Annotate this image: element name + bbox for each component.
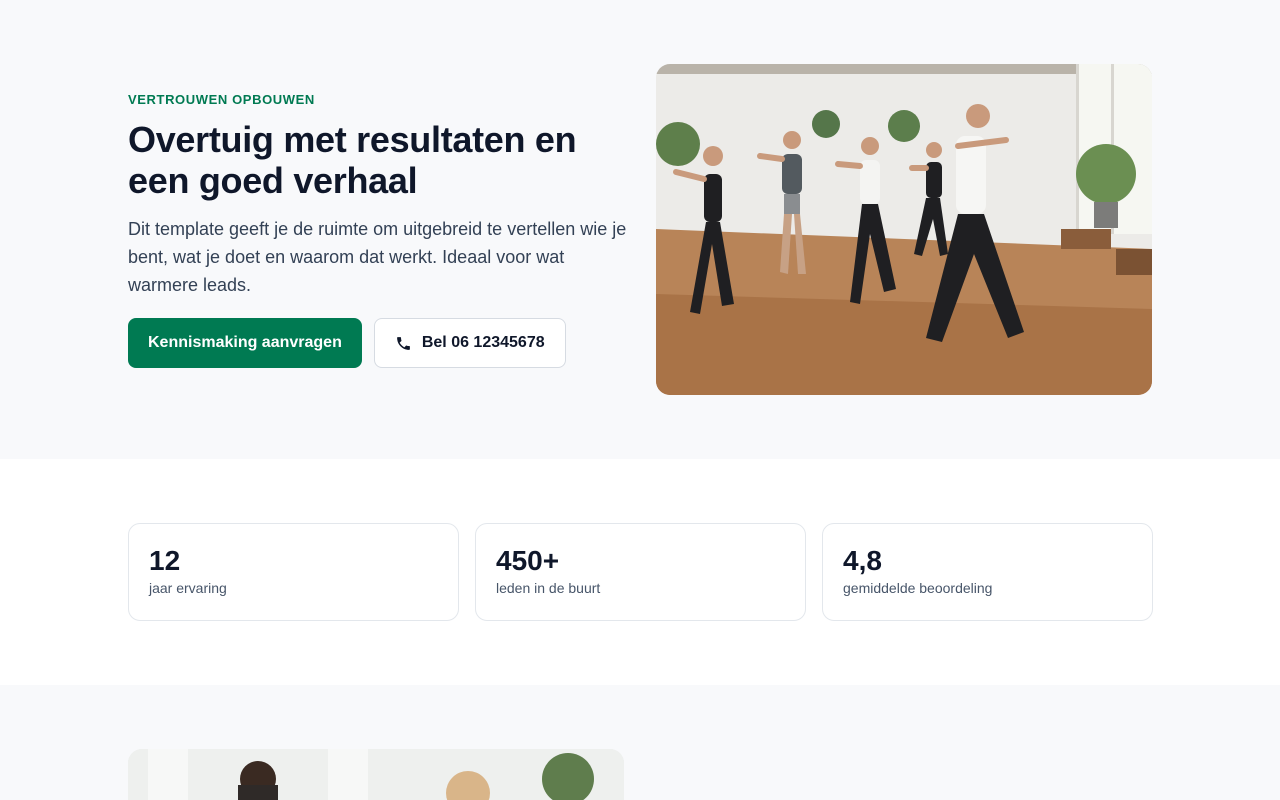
phone-icon [396,336,410,350]
stat-label: gemiddelde beoordeling [843,580,993,596]
hero-eyebrow: VERTROUWEN OPBOUWEN [128,92,315,107]
hero-lead-text: Dit template geeft je de ruimte om uitge… [128,219,627,295]
call-phone-button[interactable]: Bel 06 12345678 [373,318,566,368]
lower-photo-illustration [128,749,624,800]
stats-section: 12 jaar ervaring 450+ leden in de buurt … [0,459,1280,685]
hero-cta-row: Kennismaking aanvragen Bel 06 12345678 [128,318,566,368]
stat-label: leden in de buurt [496,580,601,596]
lower-section [0,685,1280,800]
stat-card-members: 450+ leden in de buurt [475,523,806,621]
stat-card-rating: 4,8 gemiddelde beoordeling [822,523,1153,621]
call-phone-label: Bel 06 12345678 [421,334,545,351]
stat-value: 450+ [496,545,560,576]
hero-photo-fitness-class [656,64,1152,395]
stats-row: 12 jaar ervaring 450+ leden in de buurt … [128,523,1153,621]
lower-photo [128,749,624,800]
stat-card-experience: 12 jaar ervaring [128,523,459,621]
request-introduction-button[interactable]: Kennismaking aanvragen [128,318,362,368]
stat-value: 12 [149,545,181,576]
stat-value: 4,8 [843,545,882,576]
hero-headline: Overtuig met resultaten en een goed verh… [128,119,577,201]
hero-photo-illustration [656,64,1152,395]
hero-section: VERTROUWEN OPBOUWEN Overtuig met resulta… [0,0,1280,459]
hero-text-block: VERTROUWEN OPBOUWEN Overtuig met resulta… [128,92,628,299]
stat-label: jaar ervaring [149,580,227,596]
